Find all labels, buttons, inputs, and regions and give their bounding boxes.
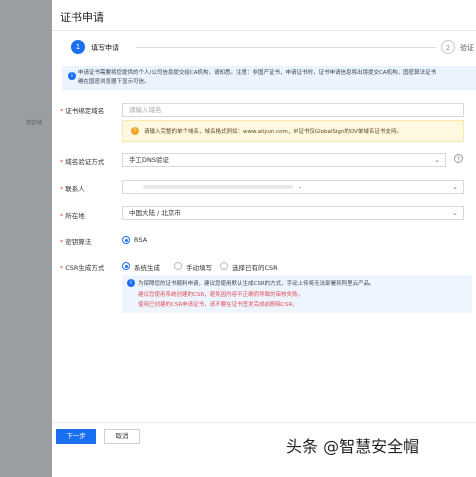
csr-method-label: * CSR生成方式 [60,264,105,272]
title-divider [52,30,476,31]
csr-existing-radio[interactable] [220,262,228,270]
steps-indicator: 1 填写申请 2 验证 [66,38,476,58]
certificate-apply-drawer: 证书申请 1 填写申请 2 验证 i 申请证书需要将您提供的个人/公司信息提交给… [52,0,476,477]
location-select[interactable]: 中国大陆 / 北京市 ⌄ [122,206,464,220]
notice-text: 申请证书需要将您提供的个人/公司信息提交给CA机构，请知悉。注意：非国产证书，申… [78,70,437,85]
contact-value: - [299,183,302,191]
info-icon: i [68,72,76,80]
csr-info-line-3: 使用已创建的CSR申请证书，请不要在证书签发完成前删除CSR。 [138,302,298,308]
next-button[interactable]: 下一步 [56,429,96,444]
steps-connector [136,47,436,48]
algorithm-label: * 密钥算法 [60,238,92,246]
domain-tip-text: 请输入完整的单个域名，域名格式例如：www.aliyun.com，IP证书仅Gl… [144,129,402,135]
contact-label: * 联系人 [60,185,85,193]
drawer-title: 证书申请 [60,11,104,24]
warning-icon: ! [131,127,139,135]
csr-existing-label: 选择已有的CSR [232,264,278,272]
domain-tip: ! 请输入完整的单个域名，域名格式例如：www.aliyun.com，IP证书仅… [122,120,464,142]
location-label: * 所在地 [60,212,85,220]
chevron-down-icon: ⌄ [452,209,458,217]
step-1-circle: 1 [71,40,85,54]
step-1-label: 填写申请 [91,44,119,52]
csr-info-line-1: 为保障您的证书顺利申请，建议您使用默认生成CSR的方式，手动上传将无法部署到阿里… [138,281,375,287]
page-backdrop: 绑定域 [0,0,52,477]
domain-label: * 证书绑定域名 [60,107,105,115]
chevron-down-icon: ⌄ [434,156,440,164]
help-icon[interactable]: ? [454,154,463,163]
chevron-down-icon: ⌄ [452,183,458,191]
required-mark: * [60,185,64,193]
verify-method-value: 手工DNS验证 [129,156,169,164]
csr-info-line-2: 建议您使用系统创建的CSR，避免因内容不正确而导致的审核失败。 [138,292,304,298]
contact-select[interactable]: - ⌄ [122,180,464,194]
step-2-circle: 2 [441,40,455,54]
required-mark: * [60,238,64,246]
csr-manual-radio[interactable] [174,262,182,270]
info-icon: i [127,279,135,287]
rsa-radio-label: RSA [134,236,148,244]
footer-divider [52,422,476,423]
notice-banner: i 申请证书需要将您提供的个人/公司信息提交给CA机构，请知悉。注意：非国产证书… [62,66,476,90]
location-value: 中国大陆 / 北京市 [129,209,181,217]
required-mark: * [60,107,64,115]
required-mark: * [60,158,64,166]
rsa-radio[interactable] [122,236,130,244]
verify-method-select[interactable]: 手工DNS验证 ⌄ [122,153,446,167]
domain-input[interactable]: 请输入域名 [122,103,464,117]
step-2-label: 验证 [460,44,474,52]
verify-method-label: * 域名验证方式 [60,158,105,166]
required-mark: * [60,264,64,272]
csr-info-box: i 为保障您的证书顺利申请，建议您使用默认生成CSR的方式，手动上传将无法部署到… [122,275,472,313]
watermark: 头条 @智慧安全帽 [286,437,420,456]
csr-manual-label: 手动填写 [186,264,212,272]
cancel-button[interactable]: 取消 [104,429,140,444]
csr-system-radio[interactable] [122,262,130,270]
redacted-contact [143,185,293,189]
csr-system-label: 系统生成 [134,264,160,272]
required-mark: * [60,212,64,220]
backdrop-text: 绑定域 [26,119,43,127]
